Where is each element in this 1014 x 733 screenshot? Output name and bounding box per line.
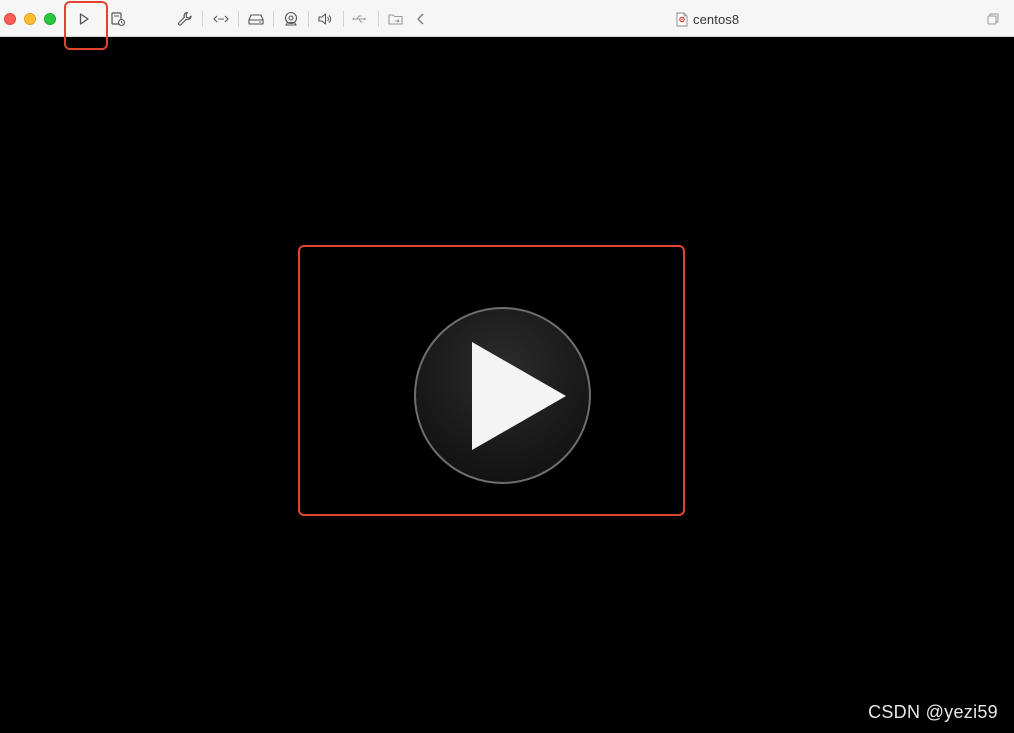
toolbar-separator	[378, 11, 379, 27]
vm-window: centos8 CSDN @yezi59	[0, 0, 1014, 733]
watermark-text: CSDN @yezi59	[868, 702, 998, 722]
network-icon	[213, 15, 229, 23]
toolbar-separator	[238, 11, 239, 27]
disk-button[interactable]	[245, 8, 267, 30]
chevron-left-icon	[417, 13, 424, 25]
minimize-window-button[interactable]	[24, 13, 36, 25]
vm-document-icon	[676, 12, 688, 26]
shared-folder-icon	[388, 14, 403, 25]
restore-window-button[interactable]	[982, 8, 1004, 30]
start-vm-large-button[interactable]	[414, 307, 591, 484]
wrench-icon	[178, 11, 192, 26]
close-window-button[interactable]	[4, 13, 16, 25]
camera-icon	[284, 11, 298, 26]
window-title-text: centos8	[693, 11, 740, 27]
usb-button[interactable]	[349, 8, 371, 30]
toolbar-separator	[202, 11, 203, 27]
large-play-icon	[472, 342, 566, 450]
toolbar-separator	[308, 11, 309, 27]
network-button[interactable]	[210, 8, 232, 30]
toolbar-separator	[343, 11, 344, 27]
toolbar-separator	[273, 11, 274, 27]
camera-button[interactable]	[280, 8, 302, 30]
disk-icon	[248, 14, 264, 25]
shared-folder-button[interactable]	[385, 8, 407, 30]
speaker-icon	[318, 13, 332, 25]
snapshot-button[interactable]	[107, 8, 129, 30]
usb-icon	[352, 15, 366, 23]
sound-button[interactable]	[314, 8, 336, 30]
collapse-toolbar-button[interactable]	[410, 8, 432, 30]
window-restore-icon	[987, 13, 999, 25]
window-title: centos8	[676, 10, 739, 28]
title-bar: centos8	[0, 0, 1014, 37]
settings-button[interactable]	[174, 8, 196, 30]
zoom-window-button[interactable]	[44, 13, 56, 25]
snapshot-icon	[111, 12, 126, 27]
start-button-highlight	[64, 1, 108, 50]
